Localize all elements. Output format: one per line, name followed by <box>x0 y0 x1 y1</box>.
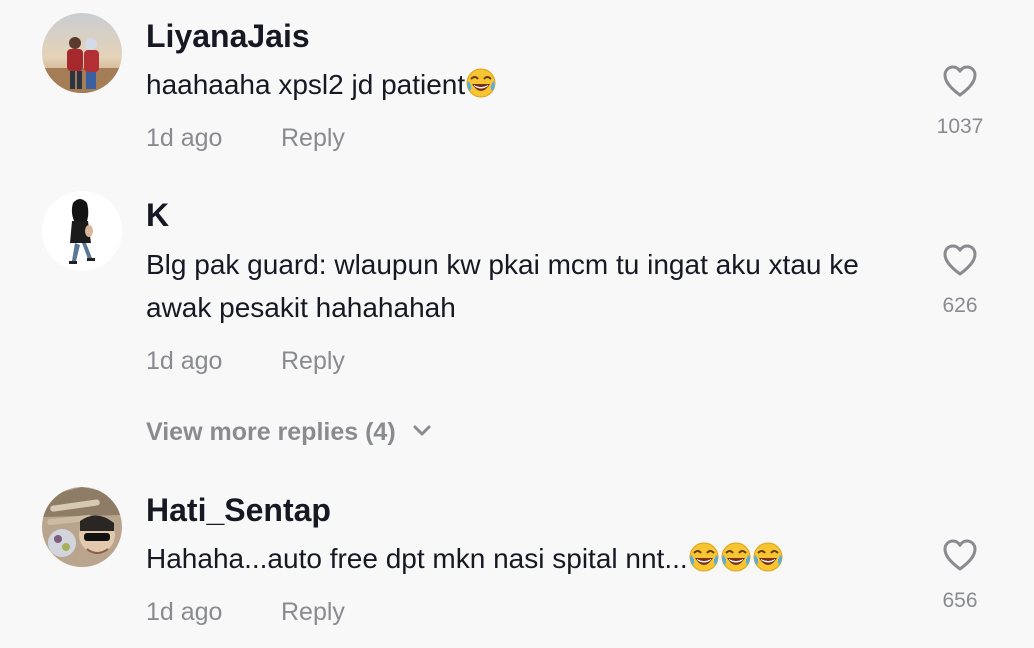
username[interactable]: Hati_Sentap <box>146 492 331 529</box>
comment-text: haahaaha xpsl2 jd patient <box>146 63 906 106</box>
chevron-down-icon <box>413 425 431 436</box>
comment-meta: 1d ago Reply <box>146 124 345 153</box>
view-more-replies-button[interactable]: View more replies (4) <box>146 418 431 447</box>
timestamp: 1d ago <box>146 598 223 626</box>
reply-button[interactable]: Reply <box>281 347 345 376</box>
comment-text-content: haahaaha xpsl2 jd patient <box>146 69 466 100</box>
like-count: 1037 <box>936 115 984 138</box>
comment-meta: 1d ago Reply <box>146 598 345 627</box>
like-count: 656 <box>942 589 978 612</box>
like-count: 626 <box>942 294 978 317</box>
laugh-emoji <box>689 542 719 572</box>
heart-outline-icon[interactable] <box>942 64 978 98</box>
comment-text: Blg pak guard: wlaupun kw pkai mcm tu in… <box>146 249 859 323</box>
timestamp: 1d ago <box>146 347 223 375</box>
comment-meta: 1d ago Reply <box>146 347 345 376</box>
username[interactable]: LiyanaJais <box>146 18 310 55</box>
reply-button[interactable]: Reply <box>281 124 345 153</box>
timestamp: 1d ago <box>146 124 223 152</box>
view-more-label: View more replies (4) <box>146 418 396 446</box>
heart-outline-icon[interactable] <box>942 243 978 277</box>
laugh-emoji <box>753 542 783 572</box>
avatar[interactable] <box>42 487 122 567</box>
reply-button[interactable]: Reply <box>281 598 345 627</box>
comment-text-content: Hahaha...auto free dpt mkn nasi spital n… <box>146 543 688 574</box>
username[interactable]: K <box>146 197 169 234</box>
comment-text: Hahaha...auto free dpt mkn nasi spital n… <box>146 537 906 580</box>
heart-outline-icon[interactable] <box>942 538 978 572</box>
laugh-emoji <box>466 68 496 98</box>
avatar[interactable] <box>42 191 122 271</box>
laugh-emoji <box>721 542 751 572</box>
avatar[interactable] <box>42 13 122 93</box>
